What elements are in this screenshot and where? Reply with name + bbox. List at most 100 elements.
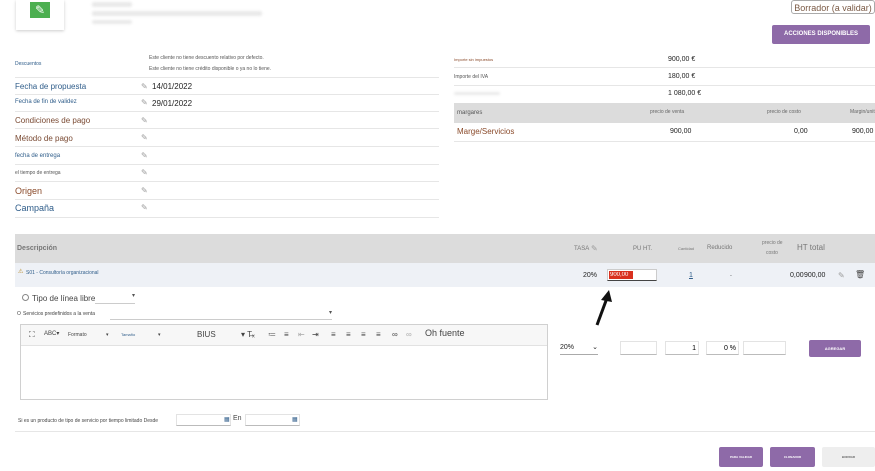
origen-label: Origen <box>15 186 43 196</box>
actions-button[interactable]: ACCIONES DISPONIBLES <box>772 25 870 44</box>
predefined-radio[interactable]: O <box>17 311 21 317</box>
margins-header-label: margares <box>457 110 483 116</box>
indent-icon[interactable]: ⇥ <box>312 330 319 339</box>
margins-col-margin: Margin/unit <box>850 109 875 115</box>
predefined-label: Servicios predefinidos a la venta <box>23 311 95 317</box>
service-icon: ⚠ <box>18 269 24 275</box>
service-period-label: Si es un producto de tipo de servicio po… <box>18 418 159 424</box>
margins-col-precio-costo: precio de costo <box>767 109 801 115</box>
col-ht-total: HT total <box>797 243 825 252</box>
vat-select-value: 20% <box>560 344 575 351</box>
edit-pencil-icon[interactable]: ✎ <box>591 244 598 253</box>
edit-pencil-icon[interactable]: ✎ <box>838 271 845 280</box>
edit-pencil-icon[interactable]: ✎ <box>141 133 148 142</box>
margins-row-margin: 900,00 <box>852 128 874 135</box>
edit-pencil-icon[interactable]: ✎ <box>141 98 148 107</box>
validate-button[interactable]: PARA VALIDAR <box>719 447 763 467</box>
blurred-header-text <box>92 2 132 7</box>
tiempo-entrega-label: el tiempo de entrega <box>15 170 61 176</box>
edit-pencil-icon[interactable]: ✎ <box>141 203 148 212</box>
size-select[interactable]: Tamaño <box>121 332 135 337</box>
blurred-total-label <box>454 92 500 95</box>
blurred-header-text <box>92 20 132 24</box>
status-badge: Borrador (a validar) <box>791 0 875 14</box>
metodo-label: Método de pago <box>15 134 73 143</box>
predefined-select[interactable]: ▾ <box>110 309 332 320</box>
importe-total-value: 1 080,00 € <box>668 90 702 97</box>
row1-total: 900,00 <box>804 272 826 279</box>
numbered-list-icon[interactable]: ≔ <box>268 330 276 339</box>
row1-pu-input[interactable] <box>607 269 657 281</box>
col-pu-ht: PU HT. <box>633 246 653 252</box>
row1-reducido: . <box>730 271 732 278</box>
qty-input[interactable] <box>665 341 699 355</box>
trash-icon[interactable]: 🗑 <box>855 270 865 279</box>
pu-input[interactable] <box>620 341 657 355</box>
margins-row-precio-costo: 0,00 <box>794 128 808 135</box>
edit-pencil-icon[interactable]: ✎ <box>141 151 148 160</box>
col-tasa: TASA <box>574 246 590 252</box>
table-row <box>15 263 875 287</box>
descuentos-label: Descuentos <box>15 61 42 67</box>
edit-pencil-icon[interactable]: ✎ <box>141 186 148 195</box>
campana-label: Campaña <box>15 203 55 213</box>
importe-iva-value: 180,00 € <box>668 73 696 80</box>
unlink-icon[interactable]: ∞ <box>406 330 412 339</box>
fecha-validez-value: 29/01/2022 <box>152 99 193 108</box>
format-select[interactable]: Formato <box>68 332 87 338</box>
free-type-label: Tipo de línea libre <box>32 294 96 303</box>
bulleted-list-icon[interactable]: ≡ <box>284 330 289 339</box>
edit-pencil-icon[interactable]: ✎ <box>141 116 148 125</box>
chevron-down-icon[interactable]: ▾ <box>158 332 161 338</box>
calendar-icon[interactable]: ▦ <box>224 416 230 423</box>
importe-iva-label: Importe del IVA <box>454 74 489 80</box>
vat-select[interactable]: 20% ⌄ <box>560 342 598 355</box>
col-descripcion: Descripción <box>17 245 58 252</box>
edit-pencil-icon: ✎ <box>30 2 50 18</box>
justify-icon[interactable]: ≡ <box>376 330 381 339</box>
thirdparty-logo: ✎ <box>16 0 64 30</box>
clone-button[interactable]: CLONADOR <box>770 447 815 467</box>
chevron-down-icon[interactable]: ▾ <box>106 332 109 338</box>
col-precio-costo-1: precio de <box>762 240 783 246</box>
fecha-entrega-label: fecha de entrega <box>15 153 61 159</box>
blurred-header-text <box>92 11 262 16</box>
col-reducido: Reducido <box>707 245 733 251</box>
en-label: En <box>233 415 242 422</box>
fecha-propuesta-label: Fecha de propuesta <box>15 82 87 91</box>
spellcheck-icon[interactable]: ABC▾ <box>44 330 59 337</box>
discount-input[interactable] <box>706 341 739 355</box>
row1-qty[interactable]: 1 <box>689 272 693 279</box>
row1-desc[interactable]: S01 - Consultoría organizacional <box>26 270 99 276</box>
bius-buttons[interactable]: BIUS <box>197 330 216 339</box>
margins-row-precio-venta: 900,00 <box>670 128 692 135</box>
edit-pencil-icon[interactable]: ✎ <box>141 82 148 91</box>
align-center-icon[interactable]: ≡ <box>346 330 351 339</box>
maximize-icon[interactable]: ⛶ <box>29 330 35 340</box>
calendar-icon[interactable]: ▦ <box>292 416 298 423</box>
descuentos-line1: Este cliente no tiene descuento relativo… <box>149 55 264 61</box>
link-icon[interactable]: ∞ <box>392 330 398 339</box>
outdent-icon[interactable]: ⇤ <box>298 330 305 339</box>
row1-costo: 0,00 <box>790 272 804 279</box>
fecha-validez-label: Fecha de fin de validez <box>15 99 77 105</box>
chevron-down-icon: ⌄ <box>592 344 598 351</box>
arrow-annotation <box>595 290 612 326</box>
condiciones-label: Condiciones de pago <box>15 116 91 125</box>
margins-col-precio-venta: precio de venta <box>650 109 685 115</box>
date-start-input[interactable] <box>176 414 231 426</box>
align-right-icon[interactable]: ≡ <box>361 330 366 339</box>
remove-format-icon[interactable]: ▾ T̶ₓ <box>241 330 255 339</box>
edit-pencil-icon[interactable]: ✎ <box>141 168 148 177</box>
align-left-icon[interactable]: ≡ <box>331 330 336 339</box>
add-button[interactable]: AGREGAR <box>809 340 861 357</box>
free-type-radio[interactable] <box>22 294 29 301</box>
cost-price-input[interactable] <box>743 341 786 355</box>
margins-row-label: Marge/Servicios <box>457 127 515 136</box>
delete-button[interactable]: BORRAR <box>822 447 875 467</box>
font-source-button[interactable]: Oh fuente <box>425 328 465 338</box>
row1-tasa: 20% <box>583 272 598 279</box>
free-type-select[interactable]: ▾ <box>95 292 135 304</box>
col-precio-costo-2: costo <box>766 250 778 256</box>
col-cantidad: Cantidad <box>678 246 695 251</box>
